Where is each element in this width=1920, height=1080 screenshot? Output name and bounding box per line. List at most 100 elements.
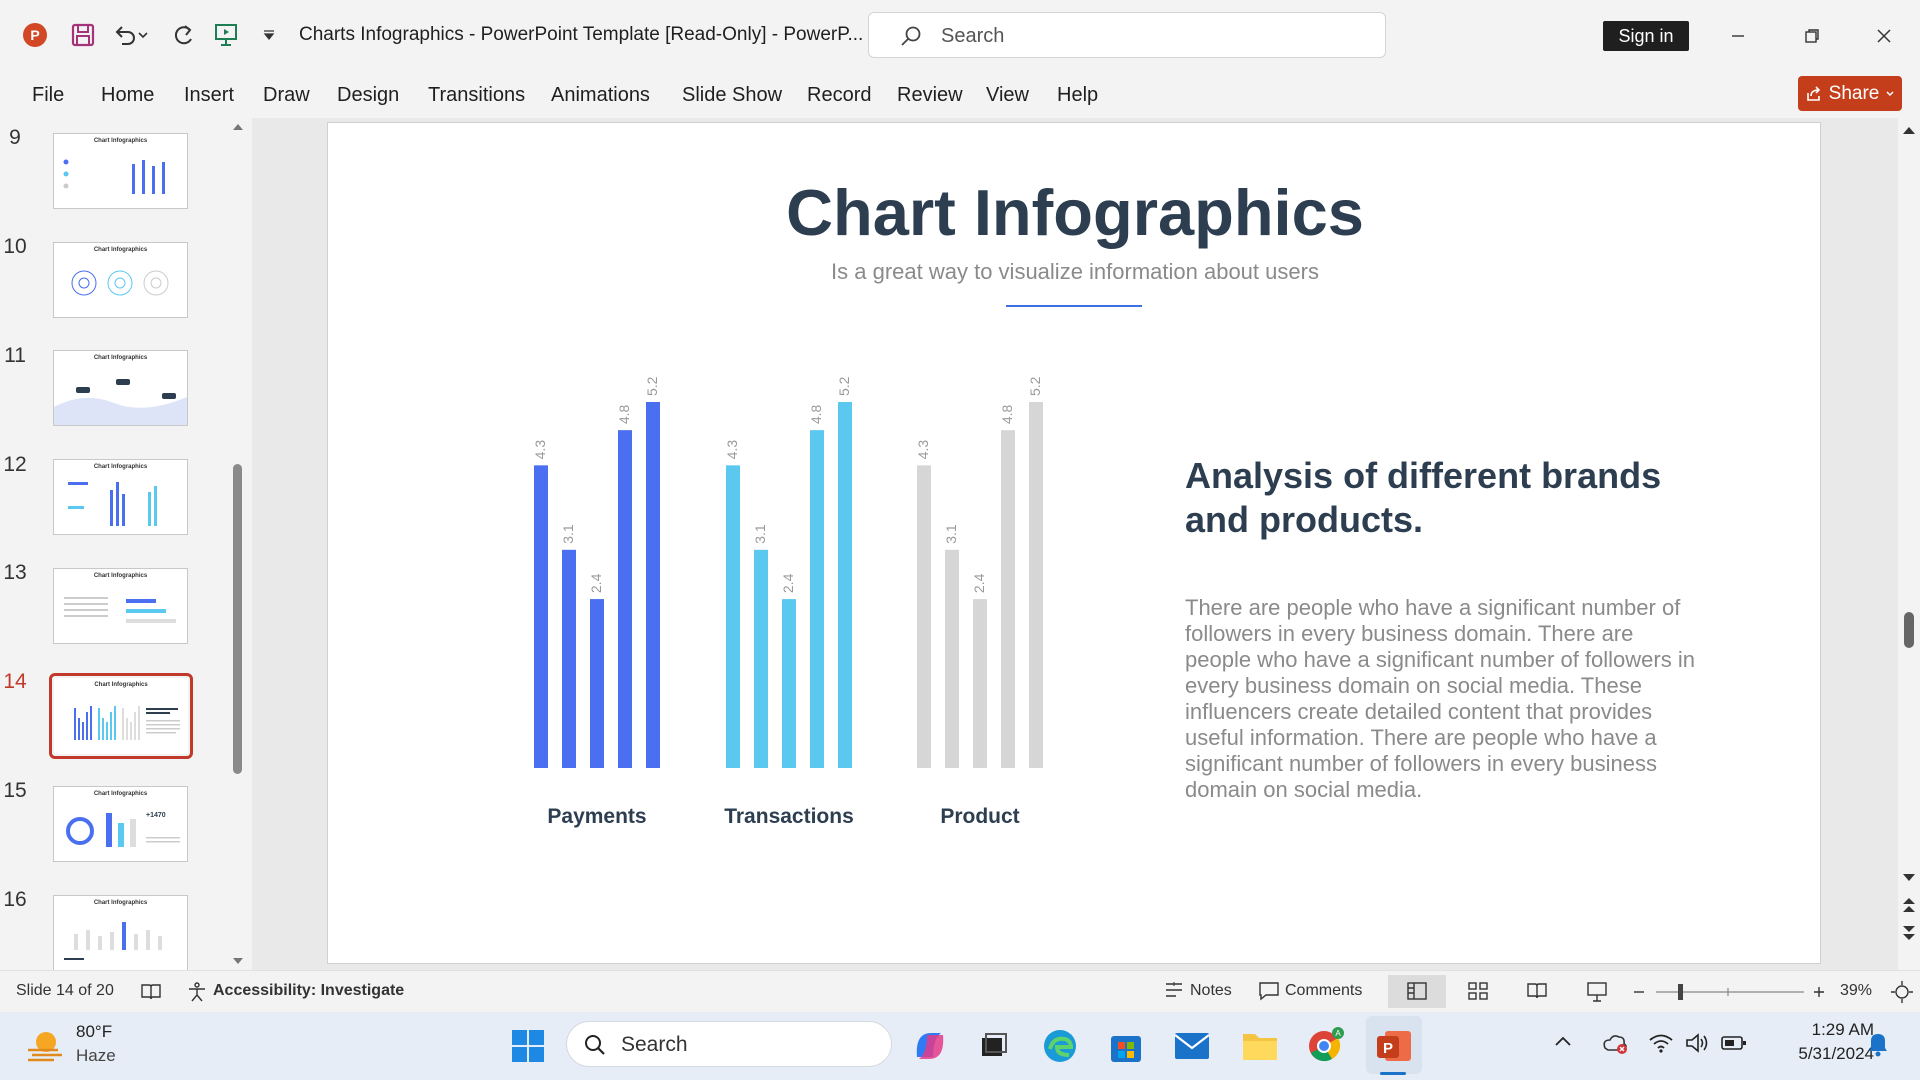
onedrive-error-icon[interactable] bbox=[1600, 1030, 1630, 1056]
share-button[interactable]: Share bbox=[1798, 76, 1902, 111]
volume-icon[interactable] bbox=[1684, 1032, 1710, 1054]
bar-product-2[interactable] bbox=[945, 549, 959, 768]
redo-icon[interactable] bbox=[166, 18, 200, 52]
tab-animations[interactable]: Animations bbox=[551, 84, 650, 107]
wifi-icon[interactable] bbox=[1648, 1032, 1674, 1054]
bar-payments-5[interactable] bbox=[646, 402, 660, 768]
undo-dropdown-icon[interactable] bbox=[134, 18, 152, 52]
weather-temperature: 80°F bbox=[76, 1022, 113, 1041]
zoom-in-icon[interactable] bbox=[1812, 981, 1826, 1003]
search-icon bbox=[901, 26, 921, 46]
bar-product-4[interactable] bbox=[1001, 430, 1015, 768]
tab-file[interactable]: File bbox=[32, 84, 64, 107]
slide-thumbnail-9[interactable]: Chart Infographics bbox=[53, 133, 188, 209]
tab-review[interactable]: Review bbox=[897, 84, 963, 107]
notes-button[interactable]: Notes bbox=[1190, 982, 1232, 1000]
weather-icon[interactable] bbox=[24, 1024, 68, 1064]
comments-icon[interactable] bbox=[1258, 981, 1280, 1001]
tab-transitions[interactable]: Transitions bbox=[428, 84, 525, 107]
tab-draw[interactable]: Draw bbox=[263, 84, 310, 107]
slide-thumbnail-13[interactable]: Chart Infographics bbox=[53, 568, 188, 644]
edge-browser-icon[interactable] bbox=[1038, 1024, 1082, 1068]
powerpoint-taskbar-icon[interactable]: P bbox=[1372, 1024, 1416, 1068]
bar-payments-4[interactable] bbox=[618, 430, 632, 768]
svg-text:A: A bbox=[1335, 1029, 1341, 1038]
tab-record[interactable]: Record bbox=[807, 84, 871, 107]
slide-show-icon[interactable] bbox=[1586, 981, 1608, 1003]
notes-icon[interactable] bbox=[1162, 980, 1186, 1002]
bar-transactions-5[interactable] bbox=[838, 402, 852, 768]
bar-transactions-3[interactable] bbox=[782, 599, 796, 768]
tab-view[interactable]: View bbox=[986, 84, 1029, 107]
thumbnail-scrollbar[interactable] bbox=[230, 118, 246, 970]
slide-thumbnail-12[interactable]: Chart Infographics bbox=[53, 459, 188, 535]
slide[interactable]: Chart Infographics Is a great way to vis… bbox=[327, 122, 1821, 964]
bar-value-label: 4.3 bbox=[532, 440, 548, 460]
bar-transactions-4[interactable] bbox=[810, 430, 824, 768]
bar-payments-1[interactable] bbox=[534, 465, 548, 768]
zoom-level[interactable]: 39% bbox=[1840, 982, 1872, 1000]
bar-product-5[interactable] bbox=[1029, 402, 1043, 768]
slide-thumbnail-14[interactable]: Chart Infographics bbox=[54, 678, 188, 754]
fit-to-window-icon[interactable] bbox=[1890, 980, 1914, 1004]
windows-start-icon[interactable] bbox=[506, 1024, 550, 1068]
tab-slide-show[interactable]: Slide Show bbox=[682, 84, 782, 107]
slide-thumbnail-15[interactable]: Chart Infographics +1470 bbox=[53, 786, 188, 862]
copilot-icon[interactable] bbox=[908, 1024, 952, 1068]
bar-transactions-2[interactable] bbox=[754, 549, 768, 768]
zoom-slider[interactable] bbox=[1632, 981, 1812, 1003]
clock-time[interactable]: 1:29 AM bbox=[1782, 1020, 1874, 1040]
bar-transactions-1[interactable] bbox=[726, 465, 740, 768]
bar-payments-2[interactable] bbox=[562, 549, 576, 768]
customize-toolbar-icon[interactable] bbox=[254, 18, 284, 52]
sign-in-button[interactable]: Sign in bbox=[1603, 21, 1689, 51]
bar-value-label: 3.1 bbox=[560, 524, 576, 544]
bar-product-3[interactable] bbox=[973, 599, 987, 768]
start-from-beginning-icon[interactable] bbox=[209, 18, 243, 52]
bar-product-1[interactable] bbox=[917, 465, 931, 768]
powerpoint-logo-icon: P bbox=[18, 18, 52, 52]
battery-icon[interactable] bbox=[1720, 1033, 1748, 1053]
chevron-down-icon bbox=[1886, 90, 1894, 96]
slide-scrollbar[interactable] bbox=[1898, 118, 1920, 970]
bar-payments-3[interactable] bbox=[590, 599, 604, 768]
task-view-icon[interactable] bbox=[972, 1024, 1016, 1068]
bar-value-label: 3.1 bbox=[752, 524, 768, 544]
microsoft-store-icon[interactable] bbox=[1104, 1024, 1148, 1068]
tab-insert[interactable]: Insert bbox=[184, 84, 234, 107]
analysis-body-text[interactable]: There are people who have a significant … bbox=[1185, 595, 1705, 803]
file-explorer-icon[interactable] bbox=[1238, 1024, 1282, 1068]
bar-chart[interactable]: 4.3 3.1 2.4 4.8 5.2 Payments 4.3 3.1 2.4 4.8 5.2 Tr… bbox=[328, 123, 1822, 965]
accessibility-status[interactable]: Accessibility: Investigate bbox=[213, 982, 404, 1000]
taskbar-search-input[interactable]: Search bbox=[566, 1021, 892, 1067]
restore-icon[interactable] bbox=[1792, 18, 1832, 54]
chrome-icon[interactable]: A bbox=[1304, 1024, 1348, 1068]
slide-number-selected: 14 bbox=[3, 670, 27, 693]
tab-home[interactable]: Home bbox=[101, 84, 154, 107]
tab-design[interactable]: Design bbox=[337, 84, 399, 107]
notification-bell-icon[interactable] bbox=[1866, 1030, 1890, 1058]
svg-text:P: P bbox=[1383, 1040, 1393, 1057]
reading-view-icon[interactable] bbox=[1526, 981, 1548, 1001]
show-hidden-icons-icon[interactable] bbox=[1554, 1034, 1572, 1048]
bar-value-label: 2.4 bbox=[588, 573, 604, 593]
title-bar: P Charts Infographics - PowerPoint Templ… bbox=[0, 0, 1920, 72]
minimize-icon[interactable] bbox=[1718, 18, 1758, 54]
search-input[interactable]: Search bbox=[868, 12, 1386, 58]
analysis-heading[interactable]: Analysis of different brands and product… bbox=[1185, 454, 1705, 542]
tab-help[interactable]: Help bbox=[1057, 84, 1098, 107]
slide-thumbnail-11[interactable]: Chart Infographics bbox=[53, 350, 188, 426]
slide-sorter-icon[interactable] bbox=[1467, 981, 1489, 1001]
spelling-check-icon[interactable] bbox=[140, 982, 162, 1002]
close-icon[interactable] bbox=[1864, 18, 1904, 54]
bar-value-label: 4.8 bbox=[999, 404, 1015, 424]
comments-button[interactable]: Comments bbox=[1285, 982, 1362, 1000]
accessibility-icon[interactable] bbox=[186, 981, 208, 1003]
save-icon[interactable] bbox=[66, 18, 100, 52]
slide-thumbnail-10[interactable]: Chart Infographics bbox=[53, 242, 188, 318]
slide-thumbnail-16[interactable]: Chart Infographics bbox=[53, 895, 188, 971]
clock-date[interactable]: 5/31/2024 bbox=[1772, 1044, 1874, 1064]
mail-icon[interactable] bbox=[1170, 1024, 1214, 1068]
slide-number: 12 bbox=[3, 453, 27, 476]
normal-view-icon[interactable] bbox=[1406, 981, 1428, 1001]
